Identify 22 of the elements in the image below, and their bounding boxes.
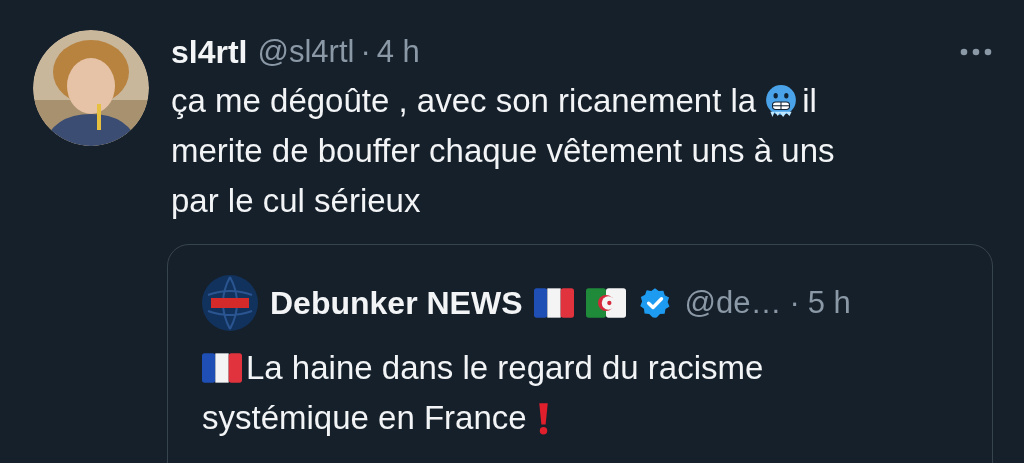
post-time[interactable]: 5 h [807,285,851,321]
tweet-text: ça me dégoûte , avec son ricanement la [171,81,757,121]
quoted-post[interactable]: Debunker NEWS @de… · 5 h La haine dans le regard du racisme systémique en France [167,244,993,463]
exclamation-icon [536,401,550,435]
author-handle[interactable]: @de… [684,285,782,321]
france-flag-icon [202,353,242,383]
author-name[interactable]: Debunker NEWS [270,284,523,322]
separator-dot: · [360,34,371,70]
post-time[interactable]: 4 h [376,34,420,70]
tweet-text: par le cul sérieux [171,181,421,221]
tweet-text: systémique en France [202,398,527,438]
separator-dot: · [789,285,800,321]
france-flag-icon [534,288,575,318]
algeria-flag-icon [586,288,627,318]
news-logo-icon [202,275,258,331]
cold-face-icon [764,84,799,118]
tweet-text: merite de bouffer chaque vêtement uns à uns [171,131,835,171]
author-name[interactable]: sl4rtl [171,33,248,71]
tweet-text: il [802,81,817,121]
more-icon[interactable] [958,47,994,57]
tweet-text: La haine dans le regard du racisme [246,348,764,388]
author-handle[interactable]: @sl4rtl [257,34,355,70]
